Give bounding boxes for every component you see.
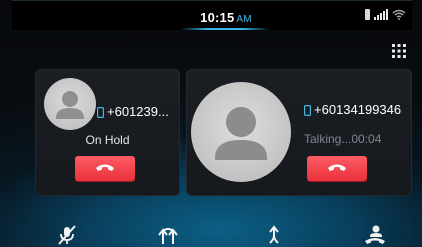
battery-icon — [365, 9, 370, 20]
wifi-icon — [392, 9, 406, 20]
call-toolbar — [0, 222, 422, 247]
merge-calls-button[interactable] — [157, 224, 181, 246]
active-call-number: +60134199346 — [304, 102, 401, 117]
person-icon — [215, 107, 267, 160]
handset-button[interactable] — [363, 224, 387, 246]
dialpad-icon — [392, 44, 406, 58]
hang-up-icon — [328, 164, 346, 171]
transfer-call-icon — [269, 225, 279, 244]
clock-underline — [180, 28, 270, 30]
mobile-phone-icon — [304, 105, 311, 117]
active-call-avatar — [191, 82, 291, 182]
signal-icon — [374, 9, 388, 20]
held-call-status: On Hold — [85, 133, 130, 147]
call-screen: 10:15 AM +601239... On Hold +60134199346… — [0, 0, 422, 247]
status-bar: 10:15 AM — [12, 0, 412, 30]
clock-time: 10:15 — [200, 10, 235, 25]
mute-button[interactable] — [56, 224, 80, 246]
active-call-end-button[interactable] — [307, 156, 367, 181]
clock: 10:15 AM — [186, 10, 266, 25]
held-call-avatar — [44, 78, 96, 130]
held-call-number-text: +601239... — [107, 104, 169, 119]
mute-microphone-icon — [58, 225, 76, 245]
clock-ampm: AM — [236, 14, 252, 25]
held-call-number: +601239... — [97, 104, 169, 119]
active-call-status: Talking...00:04 — [304, 132, 382, 146]
hang-up-icon — [96, 164, 114, 171]
person-icon — [56, 91, 84, 119]
active-call-number-text: +60134199346 — [314, 102, 402, 117]
status-icons — [365, 9, 406, 20]
status-bar-border — [12, 0, 412, 1]
mobile-phone-icon — [97, 107, 104, 119]
held-call-card[interactable]: +601239... On Hold — [35, 69, 180, 196]
dialpad-button[interactable] — [391, 43, 407, 59]
merge-calls-icon — [158, 227, 178, 244]
handset-icon — [365, 225, 385, 244]
active-call-card[interactable]: +60134199346 Talking...00:04 — [186, 69, 412, 196]
transfer-call-button[interactable] — [263, 224, 287, 246]
held-call-end-button[interactable] — [75, 156, 135, 181]
